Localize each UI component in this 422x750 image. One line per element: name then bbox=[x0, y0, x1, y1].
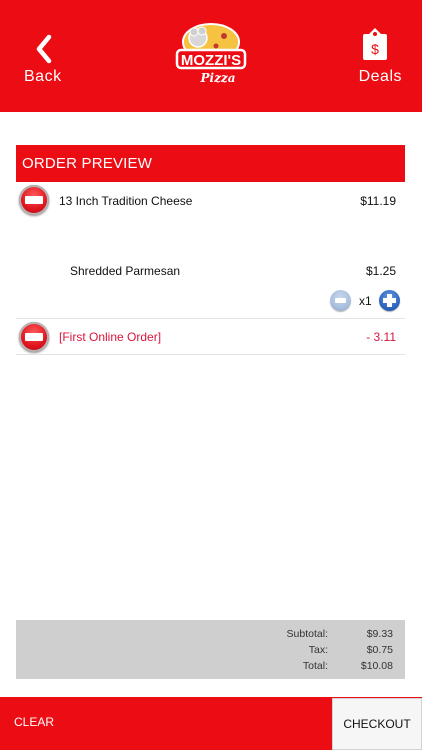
svg-text:$: $ bbox=[371, 41, 379, 57]
divider bbox=[16, 354, 405, 355]
mozzis-pizza-logo: MOZZI'S Pizza bbox=[174, 20, 248, 88]
total-value: $10.08 bbox=[360, 660, 393, 672]
order-preview-heading: ORDER PREVIEW bbox=[16, 145, 405, 182]
divider bbox=[16, 318, 405, 319]
back-button[interactable]: Back bbox=[18, 30, 70, 90]
checkout-button[interactable]: CHECKOUT bbox=[332, 698, 422, 750]
svg-text:MOZZI'S: MOZZI'S bbox=[181, 52, 241, 69]
tax-value: $0.75 bbox=[366, 644, 393, 656]
remove-circle-icon bbox=[25, 333, 43, 341]
topping-name: Shredded Parmesan bbox=[70, 264, 181, 278]
app-footer: CLEAR CHECKOUT bbox=[0, 697, 422, 750]
promo-discount: - 3.11 bbox=[366, 330, 396, 344]
topping-price: $1.25 bbox=[365, 264, 396, 278]
deals-label: Deals bbox=[358, 68, 402, 85]
total-label: Total: bbox=[302, 660, 328, 672]
remove-promo-button[interactable] bbox=[19, 322, 49, 352]
promo-name: [First Online Order] bbox=[59, 330, 162, 344]
item-price: $11.19 bbox=[360, 194, 396, 208]
tax-label: Tax: bbox=[308, 644, 328, 656]
back-label: Back bbox=[24, 68, 62, 85]
app-header: Back MOZZI'S Pizza $ Deals bbox=[0, 0, 422, 112]
minus-circle-icon bbox=[335, 298, 346, 303]
remove-item-button[interactable] bbox=[19, 185, 49, 215]
deals-button[interactable]: $ Deals bbox=[352, 26, 402, 90]
item-name: 13 Inch Tradition Cheese bbox=[59, 194, 193, 208]
remove-circle-icon bbox=[25, 196, 43, 204]
price-tag-icon: $ bbox=[363, 28, 387, 60]
decrease-quantity-button[interactable] bbox=[330, 290, 351, 311]
subtotal-value: $9.33 bbox=[366, 628, 393, 640]
quantity-value: x1 bbox=[359, 294, 372, 308]
chevron-left-icon bbox=[36, 34, 52, 64]
order-totals-panel: Subtotal: $9.33 Tax: $0.75 Total: $10.08 bbox=[16, 620, 405, 679]
increase-quantity-button[interactable] bbox=[379, 290, 400, 311]
subtotal-label: Subtotal: bbox=[286, 628, 328, 640]
svg-text:Pizza: Pizza bbox=[200, 71, 236, 85]
clear-button[interactable]: CLEAR bbox=[14, 715, 54, 729]
